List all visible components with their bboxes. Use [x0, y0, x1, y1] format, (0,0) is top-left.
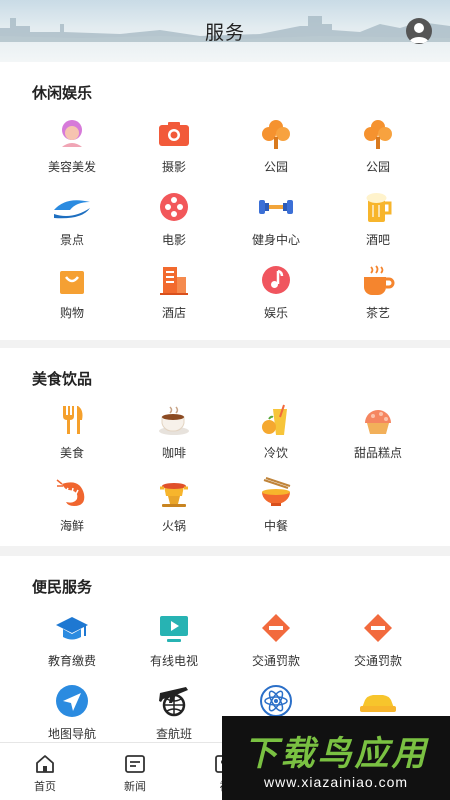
- service-label: 酒店: [161, 306, 186, 320]
- service-label: 火锅: [161, 519, 186, 533]
- fork-knife-icon: [63, 406, 83, 434]
- no-entry-icon: [364, 614, 392, 642]
- service-label: 查航班: [155, 727, 192, 741]
- service-label: 交通罚款: [251, 654, 300, 668]
- service-chinese-food[interactable]: 中餐: [225, 473, 327, 546]
- service-entertainment[interactable]: 娱乐: [225, 260, 327, 333]
- coffee-cup-icon: [159, 406, 189, 435]
- service-movie[interactable]: 电影: [123, 187, 225, 260]
- top-header: 服务: [0, 0, 450, 62]
- service-shopping[interactable]: 购物: [21, 260, 123, 333]
- hotpot-icon: [160, 483, 188, 507]
- service-label: 电影: [161, 233, 186, 247]
- service-food[interactable]: 美食: [21, 400, 123, 473]
- service-label: 景点: [59, 233, 84, 247]
- camera-icon: [159, 122, 189, 146]
- service-park-2[interactable]: 公园: [327, 114, 429, 187]
- tab-home[interactable]: 首页: [0, 743, 90, 800]
- service-label: 购物: [59, 306, 84, 320]
- service-seafood[interactable]: 海鲜: [21, 473, 123, 546]
- service-park[interactable]: 公园: [225, 114, 327, 187]
- service-label: 公园: [365, 160, 390, 174]
- section-title: 休闲娱乐: [32, 85, 93, 102]
- section-title: 美食饮品: [32, 371, 93, 388]
- service-label: 教育缴费: [47, 654, 96, 668]
- cold-drink-icon: [262, 404, 287, 435]
- service-label: 咖啡: [161, 446, 186, 460]
- service-label: 地图导航: [47, 727, 96, 741]
- cake-icon: [365, 410, 391, 434]
- service-photography[interactable]: 摄影: [123, 114, 225, 187]
- page-title: 服务: [204, 23, 245, 44]
- hotel-building-icon: [160, 267, 188, 295]
- watermark-title: 下载鸟应用: [243, 735, 429, 773]
- tv-icon: [160, 616, 188, 642]
- tab-label: 首页: [34, 781, 56, 793]
- beauty-salon-icon: [62, 120, 82, 147]
- service-coffee[interactable]: 咖啡: [123, 400, 225, 473]
- service-label: 交通罚款: [353, 654, 402, 668]
- service-label: 美容美发: [47, 160, 96, 174]
- service-cable-tv[interactable]: 有线电视: [123, 608, 225, 681]
- shopping-bag-icon: [60, 271, 84, 294]
- atom-icon: [260, 685, 292, 717]
- section-food-drinks: 美食饮品 美食 咖啡 冷饮 甜品糕点 海鲜 火锅 中餐: [0, 348, 450, 546]
- service-label: 美食: [59, 446, 84, 460]
- tea-cup-icon: [364, 265, 395, 295]
- user-avatar-button[interactable]: [406, 18, 432, 44]
- service-label: 公园: [263, 160, 288, 174]
- service-label: 甜品糕点: [353, 446, 402, 460]
- service-label: 中餐: [263, 519, 288, 533]
- service-traffic-fine-2[interactable]: 交通罚款: [327, 608, 429, 681]
- service-label: 酒吧: [365, 233, 390, 247]
- service-map-navigation[interactable]: 地图导航: [21, 681, 123, 742]
- service-flight-search[interactable]: 查航班: [123, 681, 225, 742]
- airplane-globe-icon: [159, 687, 188, 717]
- no-entry-icon: [262, 614, 290, 642]
- tab-label: 新闻: [124, 781, 146, 793]
- tab-news[interactable]: 新闻: [90, 743, 180, 800]
- dumbbell-icon: [259, 200, 293, 214]
- section-title: 便民服务: [32, 579, 93, 596]
- service-education-payment[interactable]: 教育缴费: [21, 608, 123, 681]
- graduation-cap-icon: [56, 617, 88, 640]
- navigation-arrow-icon: [56, 685, 88, 717]
- service-label: 茶艺: [365, 306, 390, 320]
- service-hotpot[interactable]: 火锅: [123, 473, 225, 546]
- service-label: 有线电视: [149, 654, 198, 668]
- shrimp-icon: [56, 479, 85, 506]
- service-dessert[interactable]: 甜品糕点: [327, 400, 429, 473]
- music-note-icon: [262, 266, 290, 294]
- news-icon: [125, 755, 145, 773]
- wave-icon: [54, 200, 90, 219]
- section-convenience: 便民服务 教育缴费 有线电视 交通罚款 交通罚款 地图导航 查航班: [0, 556, 450, 742]
- service-label: 娱乐: [263, 306, 288, 320]
- watermark-banner: 下载鸟应用 www.xiazainiao.com: [222, 716, 450, 800]
- service-cold-drink[interactable]: 冷饮: [225, 400, 327, 473]
- service-fitness-center[interactable]: 健身中心: [225, 187, 327, 260]
- service-bar[interactable]: 酒吧: [327, 187, 429, 260]
- beer-icon: [366, 193, 392, 222]
- noodle-bowl-icon: [262, 477, 291, 506]
- service-label: 健身中心: [251, 233, 300, 247]
- service-label: 摄影: [161, 160, 186, 174]
- section-leisure: 休闲娱乐 美容美发 摄影 公园 公园 景点 电影 健身中心 酒吧 购物 酒店 娱…: [0, 62, 450, 340]
- tree-icon: [262, 120, 290, 149]
- watermark-url: www.xiazainiao.com: [263, 774, 409, 790]
- film-reel-icon: [160, 193, 188, 221]
- service-beauty-salon[interactable]: 美容美发: [21, 114, 123, 187]
- service-tea-art[interactable]: 茶艺: [327, 260, 429, 333]
- car-icon: [360, 695, 396, 712]
- tree-icon: [364, 120, 392, 149]
- service-hotel[interactable]: 酒店: [123, 260, 225, 333]
- service-scenic-spot[interactable]: 景点: [21, 187, 123, 260]
- service-label: 海鲜: [59, 519, 84, 533]
- home-icon: [36, 755, 54, 773]
- service-traffic-fine[interactable]: 交通罚款: [225, 608, 327, 681]
- service-label: 冷饮: [263, 446, 288, 460]
- user-icon: [409, 23, 429, 43]
